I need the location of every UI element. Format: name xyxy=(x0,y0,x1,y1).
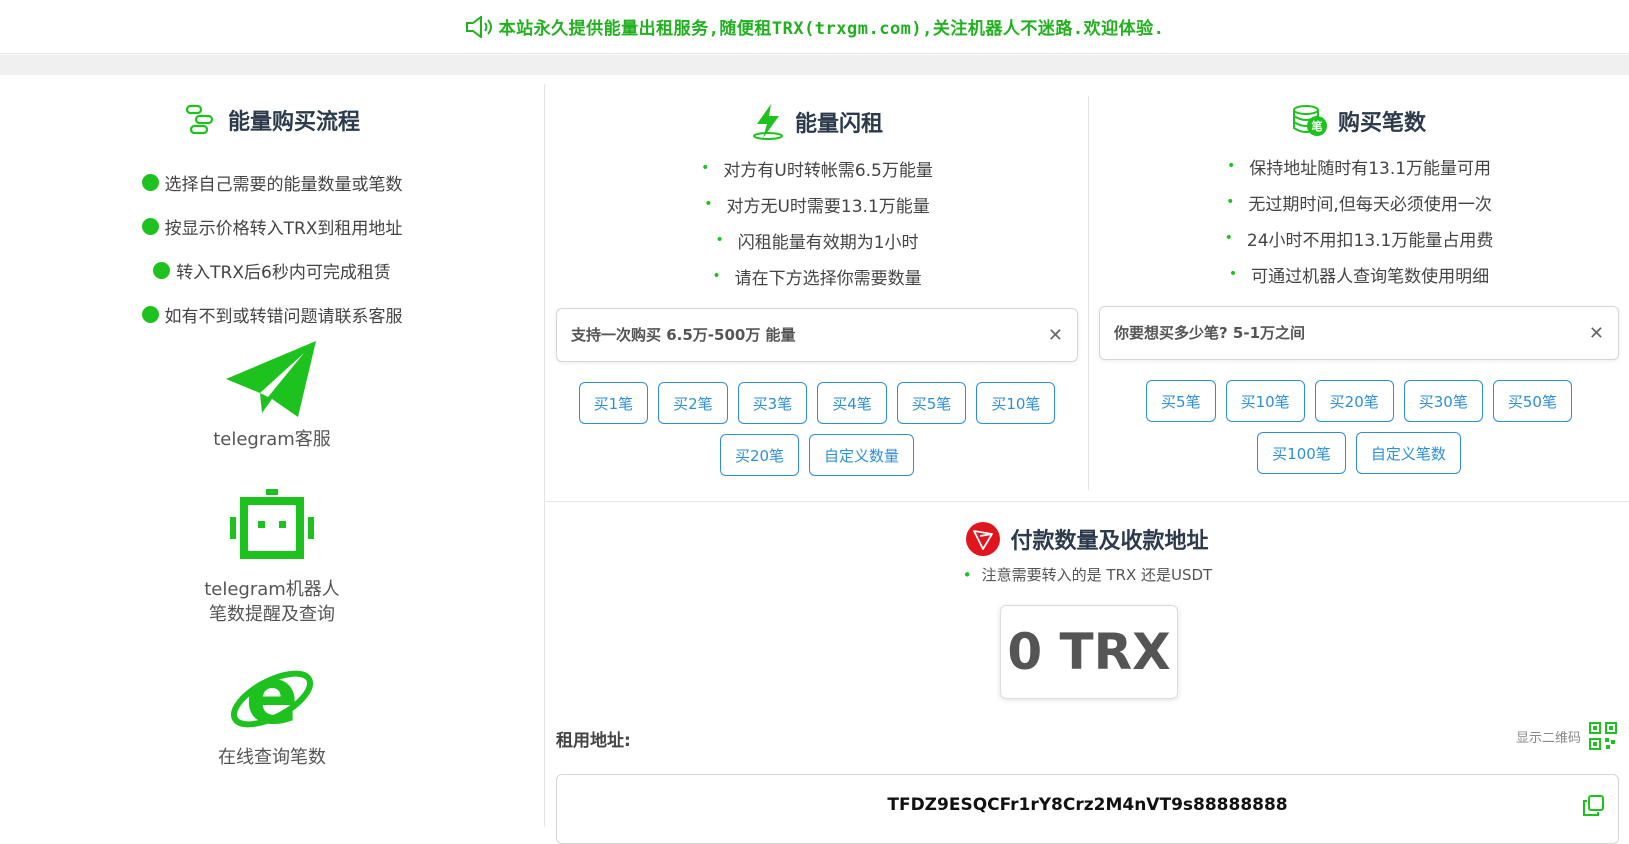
online-query-link[interactable]: e 在线查询笔数 xyxy=(0,657,544,770)
list-item: • 24小时不用扣13.1万能量占用费 xyxy=(1224,230,1494,251)
rental-address-field[interactable]: TFDZ9ESQCFr1rY8Crz2M4nVT9s88888888 xyxy=(556,774,1619,844)
robot-icon xyxy=(230,489,314,559)
list-item: 转入TRX后6秒内可完成租赁 xyxy=(0,248,544,292)
svg-text:e: e xyxy=(246,657,299,741)
payment-amount: 0 TRX xyxy=(1000,605,1178,699)
buy-50-count-button[interactable]: 买50笔 xyxy=(1492,380,1572,422)
count-info-list: • 保持地址随时有13.1万能量可用 • 无过期时间,但每天必须使用一次 • 24小时… xyxy=(1089,148,1629,292)
qr-code-icon xyxy=(1589,722,1617,750)
bullet-dot-icon xyxy=(141,173,159,191)
process-title: 能量购买流程 xyxy=(0,104,544,136)
list-item: • 保持地址随时有13.1万能量可用 xyxy=(1226,158,1492,179)
bullet-dot-icon xyxy=(141,217,159,235)
count-buy-buttons: 买5笔 买10笔 买20笔 买30笔 买50笔 买100笔 自定义笔数 xyxy=(1089,380,1629,474)
process-steps: 选择自己需要的能量数量或笔数 按显示价格转入TRX到租用地址 转入TRX后6秒内… xyxy=(0,160,544,336)
list-item: • 对方无U时需要13.1万能量 xyxy=(704,196,930,217)
custom-amount-button[interactable]: 自定义数量 xyxy=(809,434,915,476)
list-item: 选择自己需要的能量数量或笔数 xyxy=(0,160,544,204)
clear-icon[interactable]: ✕ xyxy=(1589,323,1604,344)
buy-20-button[interactable]: 买20笔 xyxy=(719,434,800,476)
buy-30-count-button[interactable]: 买30笔 xyxy=(1403,380,1483,422)
bullet-dot-icon xyxy=(153,261,171,279)
address-label: 租用地址: xyxy=(556,731,631,751)
list-item: • 对方有U时转帐需6.5万能量 xyxy=(701,160,933,181)
telegram-bot-link[interactable]: telegram机器人 笔数提醒及查询 xyxy=(0,489,544,627)
lightning-icon xyxy=(752,104,783,140)
buy-3-button[interactable]: 买3笔 xyxy=(737,382,808,424)
payment-panel: 付款数量及收款地址 • 注意需要转入的是 TRX 还是USDT 0 TRX 租用地… xyxy=(546,502,1629,844)
buy-5-count-button[interactable]: 买5笔 xyxy=(1146,380,1216,422)
count-title: 笔 购买笔数 xyxy=(1089,104,1629,138)
list-item: 如有不到或转错问题请联系客服 xyxy=(0,292,544,336)
telegram-icon xyxy=(226,341,316,417)
energy-amount-field[interactable]: ✕ xyxy=(556,308,1078,362)
list-item: • 闪租能量有效期为1小时 xyxy=(715,232,919,253)
count-amount-field[interactable]: ✕ xyxy=(1099,306,1619,360)
coins-icon: 笔 xyxy=(1292,105,1327,136)
payment-title: 付款数量及收款地址 xyxy=(546,522,1629,556)
divider-strip xyxy=(0,55,1629,75)
process-panel: 能量购买流程 选择自己需要的能量数量或笔数 按显示价格转入TRX到租用地址 转入… xyxy=(0,84,545,827)
payment-note: • 注意需要转入的是 TRX 还是USDT xyxy=(962,566,1213,584)
energy-amount-input[interactable] xyxy=(571,326,1014,344)
tron-icon xyxy=(966,522,1001,556)
copy-icon[interactable] xyxy=(1582,795,1604,817)
rental-address: TFDZ9ESQCFr1rY8Crz2M4nVT9s88888888 xyxy=(887,795,1288,815)
announcement-banner: 本站永久提供能量出租服务,随便租TRX(trxgm.com),关注机器人不迷路.… xyxy=(0,0,1629,54)
flow-icon xyxy=(185,104,214,135)
banner-text: 本站永久提供能量出租服务,随便租TRX(trxgm.com),关注机器人不迷路.… xyxy=(498,19,1165,39)
buy-2-button[interactable]: 买2笔 xyxy=(658,382,728,424)
buy-4-button[interactable]: 买4笔 xyxy=(817,382,887,424)
clear-icon[interactable]: ✕ xyxy=(1048,325,1063,346)
speaker-icon xyxy=(465,15,492,38)
flash-info-list: • 对方有U时转帐需6.5万能量 • 对方无U时需要13.1万能量 • 闪租能量有效期… xyxy=(546,150,1088,294)
buy-10-button[interactable]: 买10笔 xyxy=(976,382,1056,424)
flash-rent-panel: 能量闪租 • 对方有U时转帐需6.5万能量 • 对方无U时需要13.1万能量 • 闪租… xyxy=(546,84,1088,494)
list-item: • 请在下方选择你需要数量 xyxy=(712,268,922,289)
buy-count-panel: 笔 购买笔数 • 保持地址随时有13.1万能量可用 • 无过期时间,但每天必须使用一… xyxy=(1089,84,1629,494)
custom-count-button[interactable]: 自定义笔数 xyxy=(1355,432,1461,474)
flash-title: 能量闪租 xyxy=(546,104,1088,140)
show-qr-button[interactable]: 显示二维码 xyxy=(1516,722,1617,750)
buy-100-count-button[interactable]: 买100笔 xyxy=(1257,432,1346,474)
count-amount-input[interactable] xyxy=(1114,324,1555,342)
buy-20-count-button[interactable]: 买20笔 xyxy=(1314,380,1394,422)
list-item: • 无过期时间,但每天必须使用一次 xyxy=(1226,194,1492,215)
list-item: 按显示价格转入TRX到租用地址 xyxy=(0,204,544,248)
list-item: • 可通过机器人查询笔数使用明细 xyxy=(1228,266,1490,287)
svg-text:笔: 笔 xyxy=(1311,119,1322,133)
telegram-support-link[interactable]: telegram客服 xyxy=(0,339,544,452)
buy-10-count-button[interactable]: 买10笔 xyxy=(1225,380,1305,422)
flash-buy-buttons: 买1笔 买2笔 买3笔 买4笔 买5笔 买10笔 买20笔 自定义数量 xyxy=(546,382,1088,476)
buy-1-button[interactable]: 买1笔 xyxy=(578,382,649,424)
bullet-dot-icon xyxy=(141,305,159,323)
buy-5-button[interactable]: 买5笔 xyxy=(896,382,967,424)
browser-e-icon: e xyxy=(230,657,314,741)
